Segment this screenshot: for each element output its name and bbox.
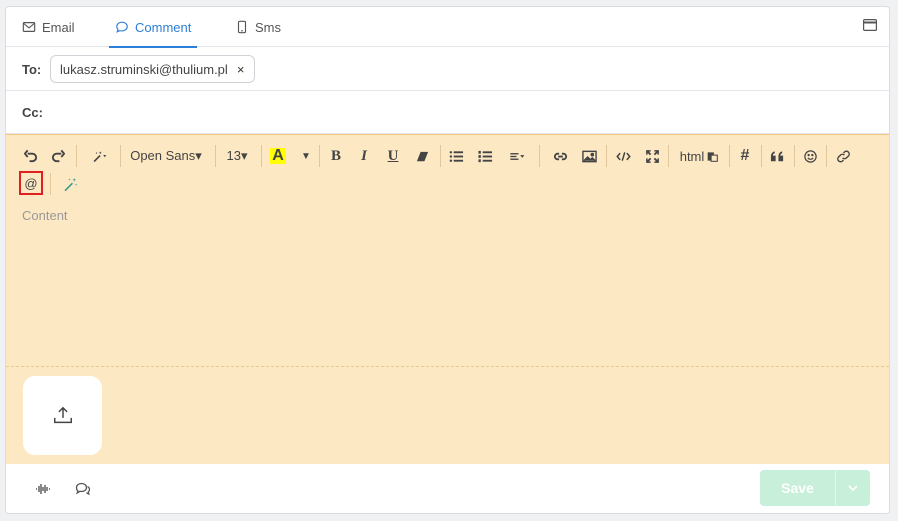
- audio-wave-icon[interactable]: [35, 481, 51, 497]
- toolbar-separator: [120, 145, 121, 167]
- redo-icon: [51, 149, 65, 162]
- bullet-list-button[interactable]: [446, 143, 466, 169]
- cc-input[interactable]: [50, 101, 870, 123]
- align-icon: [509, 152, 524, 160]
- font-size-select[interactable]: 13▾: [222, 143, 252, 169]
- emoji-button[interactable]: [800, 143, 820, 169]
- undo-button[interactable]: [18, 143, 42, 169]
- undo-icon: [23, 149, 37, 162]
- comment-icon: [116, 21, 128, 33]
- toolbar-separator: [215, 145, 216, 167]
- mention-button[interactable]: @: [19, 171, 43, 195]
- toolbar-separator: [76, 145, 77, 167]
- underline-button[interactable]: U: [383, 143, 403, 169]
- toolbar-separator: [794, 145, 795, 167]
- tab-comment[interactable]: Comment: [108, 7, 198, 48]
- cc-row: Cc:: [6, 91, 889, 134]
- toolbar-separator: [319, 145, 320, 167]
- paste-icon: [707, 151, 719, 162]
- bold-button[interactable]: B: [326, 143, 346, 169]
- toolbar-separator: [440, 145, 441, 167]
- italic-button[interactable]: I: [354, 143, 374, 169]
- text-color-dropdown[interactable]: ▼: [299, 143, 313, 169]
- remove-recipient-button[interactable]: ×: [237, 62, 245, 77]
- hashtag-button[interactable]: #: [735, 143, 755, 169]
- redo-button[interactable]: [46, 143, 70, 169]
- text-color-button[interactable]: A: [268, 143, 288, 169]
- attachments-divider: [6, 366, 889, 367]
- editor-area: Open Sans▾ 13▾ A ▼ B I U html # @ Conten…: [6, 134, 889, 464]
- chevron-down-icon: [848, 485, 858, 492]
- bullet-list-icon: [449, 150, 463, 162]
- eraser-icon: [416, 151, 428, 161]
- mail-icon: [22, 22, 36, 32]
- toolbar-separator: [50, 173, 51, 195]
- format-magic-button[interactable]: [84, 143, 114, 169]
- to-label: To:: [22, 61, 42, 77]
- toolbar-separator: [261, 145, 262, 167]
- composer-footer: Save: [6, 464, 889, 513]
- font-family-select[interactable]: Open Sans▾: [128, 143, 204, 169]
- toolbar-separator: [761, 145, 762, 167]
- numbered-list-icon: [477, 150, 492, 162]
- toolbar-separator: [668, 145, 669, 167]
- tab-sms[interactable]: Sms: [235, 7, 281, 47]
- save-button[interactable]: Save: [760, 470, 835, 506]
- upload-icon: [53, 406, 72, 423]
- insert-link-button[interactable]: [550, 143, 570, 169]
- upload-attachment-button[interactable]: [23, 376, 102, 455]
- to-row: To: lukasz.struminski@thulium.pl ×: [6, 48, 889, 91]
- ai-wand-icon: [63, 177, 77, 191]
- phone-icon: [237, 20, 247, 34]
- fullscreen-icon: [645, 149, 659, 163]
- toolbar-separator: [826, 145, 827, 167]
- chat-bubbles-icon[interactable]: [75, 481, 91, 497]
- quote-icon: [770, 150, 783, 161]
- image-icon: [581, 150, 597, 162]
- html-paste-button[interactable]: html: [676, 143, 722, 169]
- tab-comment-label: Comment: [135, 19, 192, 35]
- ai-assist-button[interactable]: [58, 171, 82, 197]
- magic-wand-icon: [93, 150, 106, 162]
- cc-label: Cc:: [22, 104, 43, 120]
- code-view-button[interactable]: [612, 143, 634, 169]
- content-placeholder[interactable]: Content: [22, 208, 68, 223]
- link-icon: [553, 152, 567, 160]
- numbered-list-button[interactable]: [475, 143, 495, 169]
- smiley-icon: [803, 149, 817, 163]
- tab-email-label: Email: [42, 19, 75, 35]
- window-icon[interactable]: [863, 19, 877, 31]
- code-icon: [615, 151, 631, 161]
- recipient-email: lukasz.struminski@thulium.pl: [60, 61, 228, 77]
- fullscreen-button[interactable]: [642, 143, 662, 169]
- toolbar-separator: [606, 145, 607, 167]
- save-options-dropdown[interactable]: [835, 470, 870, 506]
- toolbar-separator: [539, 145, 540, 167]
- text-color-label: A: [270, 147, 286, 164]
- toolbar-separator: [729, 145, 730, 167]
- save-button-group: Save: [760, 470, 870, 506]
- tab-email[interactable]: Email: [22, 7, 75, 47]
- insert-image-button[interactable]: [579, 143, 599, 169]
- quote-button[interactable]: [767, 143, 787, 169]
- chain-link-icon: [836, 150, 850, 162]
- recipient-chip[interactable]: lukasz.struminski@thulium.pl ×: [50, 55, 256, 83]
- chain-link-button[interactable]: [833, 143, 853, 169]
- message-composer: Email Comment Sms To: lukasz.struminski@…: [5, 6, 890, 514]
- html-label: html: [679, 148, 705, 164]
- tab-sms-label: Sms: [255, 19, 281, 35]
- channel-tabs: Email Comment Sms: [6, 7, 889, 48]
- clear-format-button[interactable]: [412, 143, 432, 169]
- align-button[interactable]: [503, 143, 531, 169]
